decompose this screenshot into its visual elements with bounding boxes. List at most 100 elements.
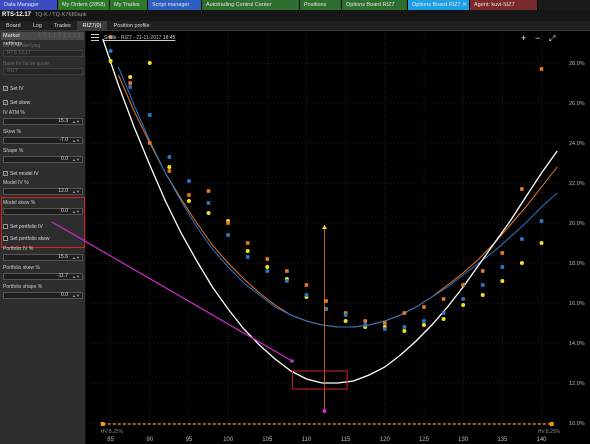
data-point: [167, 155, 172, 159]
spinner-icon[interactable]: ▲▼: [71, 189, 81, 194]
y-tick-label: 24.0%: [569, 141, 585, 147]
data-point: [520, 187, 524, 191]
base-quote-field[interactable]: RIZ7: [3, 68, 83, 75]
set-portfolio-skew-checkbox[interactable]: Set portfolio skew: [3, 235, 49, 242]
x-tick-label: 110: [302, 437, 312, 443]
iv-atm-field[interactable]: 15.3 ▲▼: [3, 118, 83, 125]
top-tab[interactable]: Positions: [300, 0, 342, 10]
data-point: [206, 201, 211, 205]
portfolio-iv-field[interactable]: 15.6 ▲▼: [3, 254, 83, 261]
sub-tab[interactable]: Position profile: [107, 21, 155, 31]
window-title: RTS-12.17 TQ-K / TQ-K7680apk: [0, 10, 590, 21]
spinner-icon[interactable]: ▲▼: [71, 255, 81, 260]
sub-tab[interactable]: Log: [27, 21, 48, 31]
data-point: [480, 283, 485, 287]
data-point: [285, 279, 289, 283]
top-tab[interactable]: Script manager: [148, 0, 202, 10]
x-tick-label: 120: [380, 437, 391, 443]
top-tab[interactable]: Autotrading Control Center: [202, 0, 300, 10]
spinner-icon[interactable]: ▲▼: [71, 274, 81, 279]
portfolio-skew-field[interactable]: -11.7 ▲▼: [3, 273, 83, 280]
data-point: [147, 61, 152, 65]
market-settings-panel: Market settings ⋮⋮⋮⋮⋮⋮⋮⋮⋮ Ba se underlyi…: [0, 31, 86, 444]
base-underlying-label: Ba se underlying: [3, 43, 41, 49]
set-iv-checkbox[interactable]: ✓ Set IV: [3, 85, 24, 92]
model-skew-label: Model skew %: [3, 200, 36, 206]
portfolio-shape-field[interactable]: 0.0 ▲▼: [3, 292, 83, 299]
top-tab[interactable]: My Orders (2858): [58, 0, 110, 10]
zoom-out-icon[interactable]: −: [535, 34, 540, 43]
panel-grip-icon[interactable]: ⋮⋮⋮⋮⋮⋮⋮⋮⋮: [37, 32, 84, 40]
set-model-iv-checkbox[interactable]: ✓ Set model IV: [3, 170, 39, 177]
set-skew-checkbox[interactable]: ✓ Set skew: [3, 99, 30, 106]
highlight-box: [291, 370, 348, 390]
panel-header[interactable]: Market settings ⋮⋮⋮⋮⋮⋮⋮⋮⋮: [1, 32, 84, 47]
sub-tab[interactable]: Trades: [48, 21, 77, 31]
spinner-icon[interactable]: ▲▼: [71, 157, 81, 162]
x-tick-label: 100: [223, 437, 234, 443]
data-point: [343, 313, 348, 317]
iv-atm-label: IV ATM %: [3, 110, 25, 116]
spinner-icon[interactable]: ▲▼: [71, 119, 81, 124]
data-point: [245, 249, 250, 253]
menu-icon[interactable]: [91, 34, 99, 41]
chart-title[interactable]: Smile - RIZ7 - 21-11-2017 18:45: [104, 35, 175, 41]
expand-icon[interactable]: ⤢: [549, 34, 555, 43]
x-tick-label: 140: [536, 437, 547, 443]
skew-label: Skew %: [3, 129, 22, 135]
y-tick-label: 22.0%: [569, 181, 585, 187]
data-point: [422, 305, 426, 309]
top-tab[interactable]: My Trades: [110, 0, 148, 10]
base-underlying-field[interactable]: RTS 12.17: [3, 50, 83, 57]
data-point: [147, 113, 152, 117]
set-portfolio-iv-checkbox[interactable]: Set portfolio IV: [3, 223, 43, 230]
data-point: [187, 179, 191, 183]
data-point: [304, 283, 309, 287]
atm-arrow-head: [321, 225, 327, 229]
spinner-icon[interactable]: ▲▼: [71, 293, 81, 298]
checkmark-icon: ✓: [3, 86, 8, 91]
sub-tab[interactable]: RIZ7(0): [76, 21, 108, 31]
top-tab[interactable]: Options Board RIZ7 ✕: [408, 0, 470, 10]
zoom-in-icon[interactable]: +: [521, 34, 526, 43]
y-tick-label: 12.0%: [569, 381, 585, 387]
panel-title: Market settings: [3, 33, 22, 47]
data-point: [186, 199, 191, 203]
data-point: [461, 303, 466, 307]
data-point: [539, 241, 544, 245]
smile-chart[interactable]: 85 90 95 100 105 110 115 120 125 130 135 140 10.0% 12…: [87, 31, 590, 444]
y-tick-label: 28.0%: [569, 61, 585, 67]
top-tab[interactable]: Options Board RIZ7: [342, 0, 408, 10]
shape-field[interactable]: 0.0 ▲▼: [3, 156, 83, 163]
portfolio-skew-label: Portfolio skew %: [3, 265, 40, 271]
data-point: [539, 67, 544, 71]
top-tab[interactable]: Agent: kuvi-SIZ7: [470, 0, 538, 10]
portfolio-iv-label: Portfolio IV %: [3, 246, 34, 252]
y-tick-label: 26.0%: [569, 101, 585, 107]
sub-tab[interactable]: Board: [0, 21, 27, 31]
shape-label: Shape %: [3, 148, 24, 154]
top-tab-strip: Data Manager My Orders (2858) My Trades Scr…: [0, 0, 590, 10]
x-tick-label: 135: [497, 437, 508, 443]
top-tab[interactable]: Data Manager: [0, 0, 58, 10]
data-point: [500, 265, 505, 269]
spinner-icon[interactable]: ▲▼: [71, 138, 81, 143]
skew-field[interactable]: -7.0 ▲▼: [3, 137, 83, 144]
close-icon[interactable]: ✕: [461, 2, 467, 8]
y-tick-label: 16.0%: [569, 301, 585, 307]
data-point: [500, 279, 505, 283]
model-iv-field[interactable]: 12.0 ▲▼: [3, 188, 83, 195]
data-point: [206, 211, 211, 215]
data-point: [226, 221, 230, 225]
x-tick-label: 115: [341, 437, 351, 443]
data-point: [500, 251, 505, 255]
data-point: [441, 317, 446, 321]
model-skew-field[interactable]: 0.0 ▲▼: [3, 208, 83, 215]
spinner-icon[interactable]: ▲▼: [71, 209, 81, 214]
data-point: [265, 257, 270, 261]
account-title: TQ-K / TQ-K7680apk: [34, 12, 87, 18]
smile-chart-area: 85 90 95 100 105 110 115 120 125 130 135 140 10.0% 12…: [87, 31, 590, 444]
data-point: [167, 169, 172, 173]
data-point: [285, 269, 289, 273]
data-point: [461, 283, 465, 287]
